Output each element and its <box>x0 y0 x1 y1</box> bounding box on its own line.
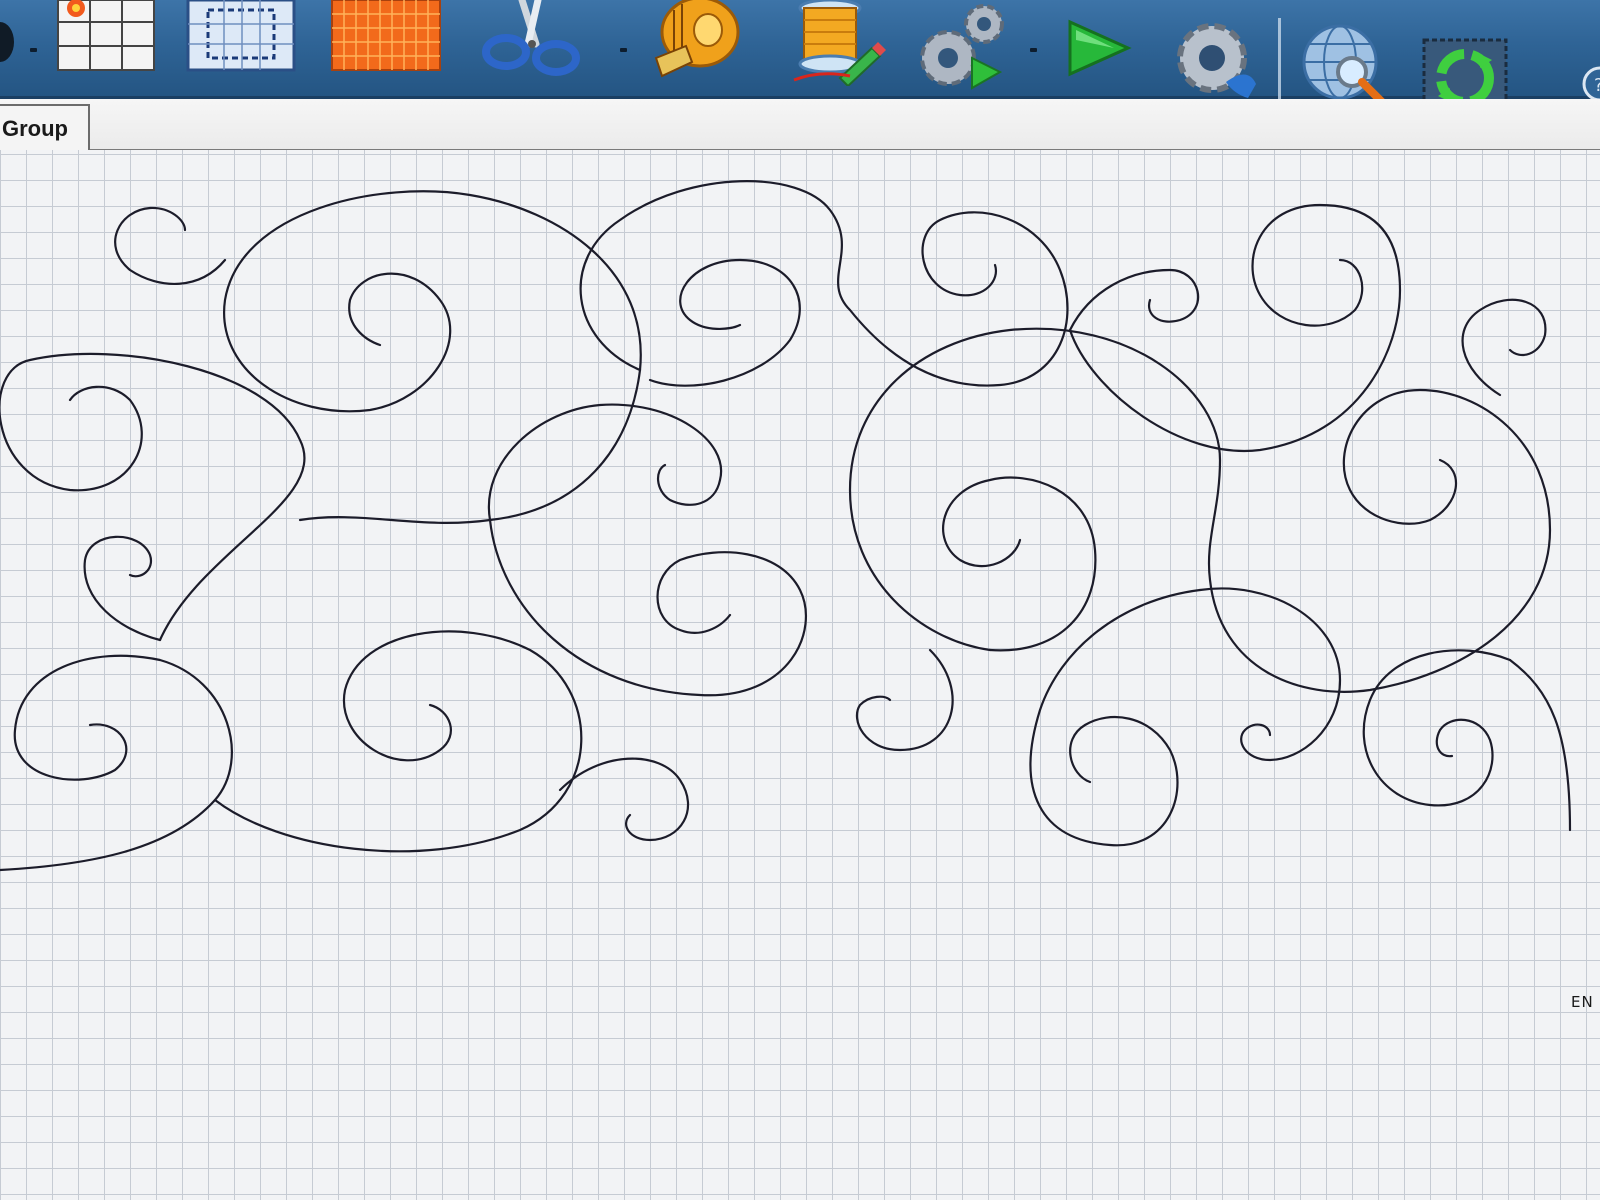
stitch-path <box>0 654 233 872</box>
stitch-path <box>213 630 583 853</box>
stitch-path <box>1029 588 1202 847</box>
stitch-path <box>1362 649 1512 807</box>
stitch-path <box>488 518 808 697</box>
thread-spool-edit-icon[interactable] <box>790 0 886 91</box>
measuring-tape-icon[interactable] <box>650 0 742 87</box>
stitch-path <box>1461 298 1547 397</box>
stitch-path <box>83 535 162 642</box>
gears-run-icon[interactable] <box>912 0 1012 99</box>
stitch-path <box>487 403 723 522</box>
stitch-path <box>648 258 801 387</box>
orange-grid-fill-icon[interactable] <box>330 0 442 77</box>
stitch-path <box>0 352 306 642</box>
quilt-block-grid-icon[interactable] <box>56 0 156 79</box>
design-canvas[interactable]: EN <box>0 150 1600 1200</box>
tab-group[interactable]: Group <box>0 104 90 150</box>
toolbar-separator <box>620 48 627 52</box>
tab-strip <box>0 99 1600 151</box>
main-toolbar: ? <box>0 0 1600 118</box>
toolbar-overflow-handle[interactable] <box>0 22 14 62</box>
play-icon[interactable] <box>1066 18 1132 83</box>
quilt-pattern-drawing <box>0 180 1572 872</box>
stitch-path <box>558 757 690 842</box>
stitch-path <box>114 206 227 286</box>
settings-gear-icon[interactable] <box>1168 18 1264 109</box>
svg-text:?: ? <box>1594 75 1600 96</box>
tab-group-label: Group <box>2 116 68 141</box>
stitch-path <box>223 190 642 524</box>
stitch-path <box>942 476 1097 652</box>
stitch-path <box>1508 658 1572 832</box>
scissors-icon[interactable] <box>476 0 594 87</box>
stitch-path <box>579 180 1069 387</box>
stitch-path <box>1068 268 1200 332</box>
stitch-end-marker: EN <box>1571 993 1594 1011</box>
toolbar-separator <box>30 48 37 52</box>
stitch-path <box>1068 203 1402 453</box>
toolbar-separator <box>1030 48 1037 52</box>
dotted-grid-layout-icon[interactable] <box>186 0 296 77</box>
stitch-path <box>855 648 954 752</box>
